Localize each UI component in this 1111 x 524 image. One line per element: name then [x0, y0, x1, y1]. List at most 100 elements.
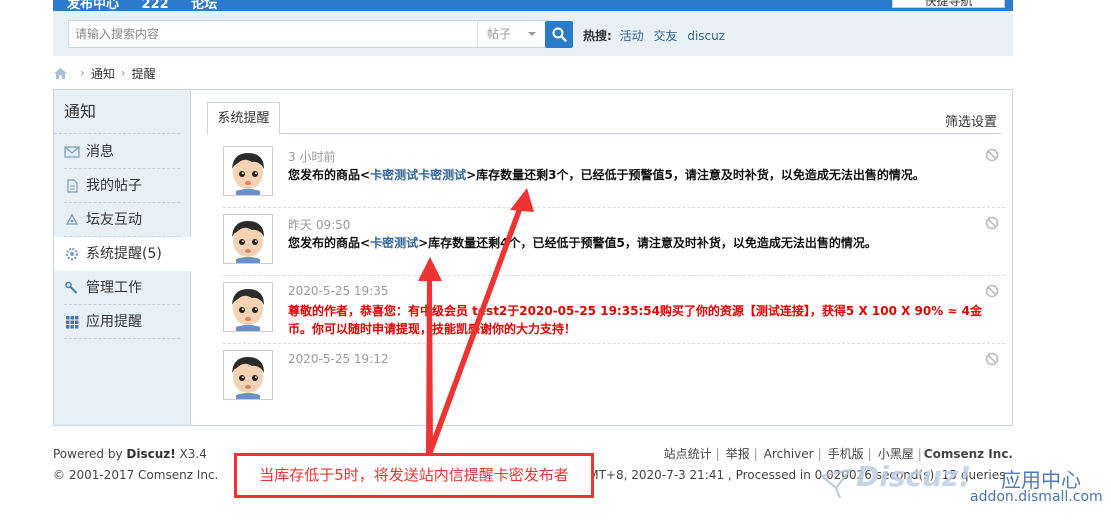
tab-bar: 系统提醒 筛选设置	[207, 102, 1001, 135]
home-icon[interactable]	[53, 67, 68, 80]
top-nav-item[interactable]: 222	[142, 0, 169, 11]
notice-text: 您发布的商品<	[288, 236, 371, 250]
sidebar-item-row: 消息	[64, 135, 180, 169]
avatar[interactable]	[223, 282, 273, 332]
search-icon	[552, 27, 567, 42]
divider: |	[715, 447, 720, 461]
product-link[interactable]: 卡密测试卡密测试	[370, 168, 466, 182]
sidebar-item-messages[interactable]: 消息	[54, 135, 190, 169]
sidebar: 通知 消息 我的帖子 坛友互动 系统提醒(5) 管理工作 应用提醒	[54, 90, 191, 425]
ignore-icon[interactable]	[985, 216, 999, 230]
powered-by: Powered by Discuz! X3.4	[53, 444, 218, 465]
hot-keyword[interactable]: discuz	[687, 29, 725, 43]
avatar[interactable]	[223, 214, 273, 264]
interaction-icon	[65, 213, 79, 225]
notice-time: 2020-5-25 19:35	[288, 284, 389, 298]
footer-link[interactable]: 站点统计	[664, 447, 712, 461]
notice-time: 昨天 09:50	[288, 218, 351, 232]
notice-item: 2020-5-25 19:35 尊敬的作者，恭喜您：有中级会员 test2于20…	[223, 278, 1005, 344]
watermark-url: addon.dismall.com	[970, 489, 1103, 505]
hot-search: 热搜: 活动 交友 discuz	[583, 27, 731, 44]
search-type-label: 帖子	[487, 27, 512, 41]
grid-icon	[66, 315, 79, 328]
wrench-icon	[65, 281, 78, 294]
sidebar-item-row: 我的帖子	[64, 169, 180, 203]
divider: |	[753, 447, 758, 461]
copyright: © 2001-2017 Comsenz Inc.	[53, 468, 219, 482]
tab-system-notice[interactable]: 系统提醒	[207, 102, 280, 135]
quick-nav-button[interactable]: 快捷导航	[892, 0, 1005, 8]
sidebar-item-label: 应用提醒	[86, 313, 142, 330]
sidebar-item-row: 系统提醒(5)	[64, 237, 181, 271]
notice-text: >库存数量还剩3个，已经低于预警值5，请注意及时补货，以免造成无法出售的情况。	[466, 168, 925, 182]
breadcrumb-item[interactable]: 提醒	[132, 65, 156, 82]
top-nav: 发布中心 222 论坛	[67, 0, 235, 11]
sidebar-item-system-notice[interactable]: 系统提醒(5)	[54, 237, 191, 271]
watermark: Discuz! 应用中心 addon.dismall.com	[820, 458, 1110, 520]
footer-link[interactable]: Archiver	[764, 447, 814, 461]
search-bar: 帖子 热搜: 活动 交友 discuz	[53, 11, 1013, 56]
notice-time: 2020-5-25 19:12	[288, 352, 389, 366]
document-icon	[67, 178, 78, 193]
notification-panel: 通知 消息 我的帖子 坛友互动 系统提醒(5) 管理工作 应用提醒 系统提醒 筛…	[53, 89, 1013, 426]
chevron-down-icon	[528, 32, 536, 36]
filter-settings-link[interactable]: 筛选设置	[945, 111, 997, 130]
hot-keyword[interactable]: 活动	[620, 29, 644, 43]
avatar-image	[224, 351, 272, 399]
sidebar-item-label: 坛友互动	[86, 211, 142, 228]
sidebar-list: 消息 我的帖子 坛友互动 系统提醒(5) 管理工作 应用提醒	[54, 135, 191, 339]
annotation-callout: 当库存低于5时，将发送站内信提醒卡密发布者	[234, 453, 594, 498]
top-nav-item[interactable]: 论坛	[191, 0, 217, 11]
notice-time: 3 小时前	[288, 150, 336, 164]
breadcrumb-item[interactable]: 通知	[91, 65, 115, 82]
notice-item: 2020-5-25 19:12	[223, 346, 1005, 412]
notice-text: 您发布的商品<	[288, 168, 371, 182]
avatar[interactable]	[223, 146, 273, 196]
sidebar-title: 通知	[54, 90, 180, 134]
sidebar-item-row: 应用提醒	[64, 305, 180, 339]
ignore-icon[interactable]	[985, 148, 999, 162]
mail-icon	[64, 145, 80, 158]
sidebar-item-interaction[interactable]: 坛友互动	[54, 203, 190, 237]
avatar-image	[224, 215, 272, 263]
product-link[interactable]: 卡密测试	[370, 236, 418, 250]
breadcrumb-separator: ›	[80, 66, 85, 80]
sidebar-item-app-notice[interactable]: 应用提醒	[54, 305, 190, 339]
search-button[interactable]	[545, 21, 573, 48]
main-content: 系统提醒 筛选设置 3 小时前 您发布的商品<卡密测试卡密测试>库存数量还剩3个…	[191, 90, 1012, 425]
avatar[interactable]	[223, 350, 273, 400]
breadcrumb-separator: ›	[120, 66, 126, 80]
footer-left: Powered by Discuz! X3.4 © 2001-2017 Coms…	[53, 444, 218, 486]
notice-text: >库存数量还剩4个，已经低于预警值5，请注意及时补货，以免造成无法出售的情况。	[418, 236, 877, 250]
sidebar-item-label: 系统提醒(5)	[86, 245, 162, 262]
sidebar-item-label: 我的帖子	[86, 177, 142, 194]
notice-message: 您发布的商品<卡密测试>库存数量还剩4个，已经低于预警值5，请注意及时补货，以免…	[288, 234, 998, 252]
sidebar-item-row: 管理工作	[64, 271, 180, 305]
hot-search-label: 热搜:	[583, 29, 612, 43]
sidebar-item-label: 消息	[86, 143, 114, 160]
notice-item: 昨天 09:50 您发布的商品<卡密测试>库存数量还剩4个，已经低于预警值5，请…	[223, 210, 1005, 276]
sidebar-item-label: 管理工作	[86, 279, 142, 296]
ignore-icon[interactable]	[985, 284, 999, 298]
avatar-image	[224, 147, 272, 195]
sidebar-item-row: 坛友互动	[64, 203, 180, 237]
sidebar-item-admin-work[interactable]: 管理工作	[54, 271, 190, 305]
search-input[interactable]	[69, 21, 477, 47]
version-text: X3.4	[175, 447, 207, 461]
top-nav-item[interactable]: 发布中心	[67, 0, 119, 11]
search-box: 帖子	[68, 20, 551, 48]
notice-message: 尊敬的作者，恭喜您：有中级会员 test2于2020-05-25 19:35:5…	[288, 304, 983, 336]
ignore-icon[interactable]	[985, 352, 999, 366]
hot-keyword[interactable]: 交友	[653, 29, 677, 43]
gear-icon	[65, 247, 79, 260]
avatar-image	[224, 283, 272, 331]
notice-item: 3 小时前 您发布的商品<卡密测试卡密测试>库存数量还剩3个，已经低于预警值5，…	[223, 142, 1005, 208]
footer-link[interactable]: 举报	[726, 447, 750, 461]
search-type-select[interactable]: 帖子	[477, 21, 551, 47]
top-nav-bar: 发布中心 222 论坛 快捷导航	[53, 0, 1013, 11]
powered-text: Powered by	[53, 447, 127, 461]
notice-message: 您发布的商品<卡密测试卡密测试>库存数量还剩3个，已经低于预警值5，请注意及时补…	[288, 166, 998, 184]
brand-link[interactable]: Discuz!	[126, 447, 175, 461]
sidebar-item-my-posts[interactable]: 我的帖子	[54, 169, 190, 203]
breadcrumb: › 通知 › 提醒	[53, 64, 156, 82]
